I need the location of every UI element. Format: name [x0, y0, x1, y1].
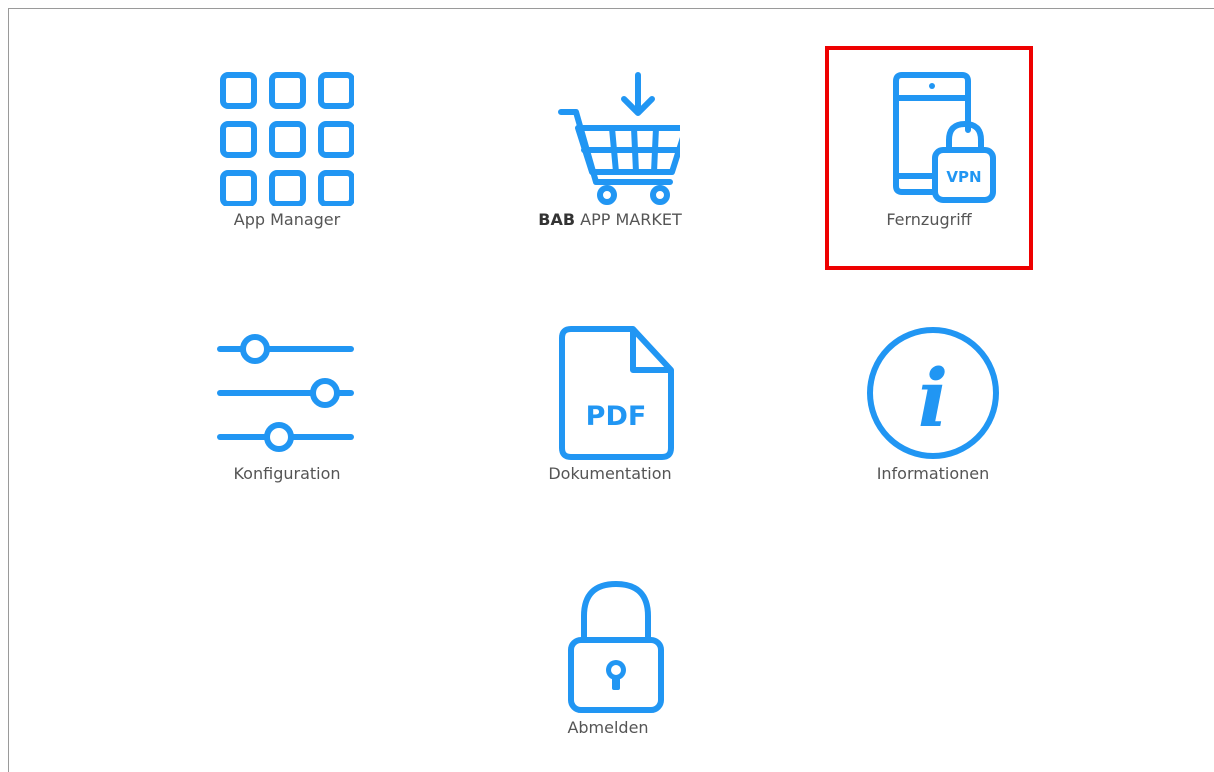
tile-konfiguration[interactable]: Konfiguration: [187, 326, 387, 483]
tile-dokumentation-label: Dokumentation: [548, 464, 672, 483]
tile-app-market[interactable]: BAB APP MARKET: [510, 72, 710, 229]
shopping-cart-download-icon: [558, 72, 680, 205]
tile-app-market-label: BAB APP MARKET: [510, 210, 710, 229]
tile-dokumentation[interactable]: PDF Dokumentation: [510, 326, 710, 483]
pdf-document-icon: PDF: [559, 326, 674, 460]
grid-icon: [220, 72, 354, 206]
tile-app-manager-label: App Manager: [233, 210, 341, 229]
tile-app-market-label-text: APP MARKET: [580, 210, 682, 229]
pdf-text: PDF: [586, 401, 647, 432]
tile-app-market-label-bold: BAB: [538, 210, 576, 229]
tile-app-manager[interactable]: App Manager: [187, 72, 387, 229]
highlight-box: [825, 46, 1033, 270]
tile-abmelden-label: Abmelden: [567, 718, 649, 737]
sliders-icon: [217, 334, 354, 452]
tile-abmelden[interactable]: Abmelden: [508, 580, 708, 737]
tile-informationen-label: Informationen: [876, 464, 990, 483]
info-glyph: i: [918, 351, 948, 445]
tile-konfiguration-label: Konfiguration: [233, 464, 341, 483]
info-circle-icon: i: [867, 327, 999, 459]
tile-informationen[interactable]: i Informationen: [833, 326, 1033, 483]
padlock-icon: [568, 581, 664, 713]
